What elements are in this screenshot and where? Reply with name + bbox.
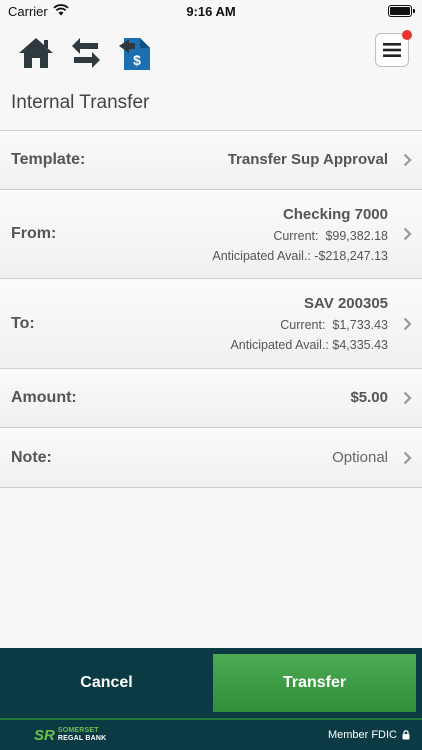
amount-row[interactable]: Amount: $5.00 (0, 369, 422, 428)
amount-value: $5.00 (350, 389, 388, 406)
from-label: From: (11, 225, 57, 242)
bill-pay-icon[interactable]: $ (114, 31, 158, 75)
member-fdic-label: Member FDIC (327, 729, 397, 741)
svg-text:$: $ (133, 52, 141, 68)
lock-icon (402, 730, 410, 740)
template-label: Template: (11, 151, 86, 168)
notification-badge (402, 30, 412, 40)
to-anticipated-value: $4,335.43 (332, 338, 388, 352)
note-row[interactable]: Note: Optional (0, 428, 422, 488)
template-value: Transfer Sup Approval (227, 151, 388, 168)
carrier-label: Carrier (8, 3, 48, 19)
from-anticipated-label: Anticipated Avail.: (212, 248, 311, 263)
chevron-right-icon (403, 317, 412, 330)
chevron-right-icon (403, 153, 412, 167)
battery-icon (388, 5, 415, 17)
menu-button[interactable] (375, 30, 412, 67)
from-current-label: Current: (273, 228, 319, 243)
chevron-right-icon (403, 391, 412, 405)
toolbar: $ (0, 22, 422, 84)
from-anticipated-value: -$218,247.13 (314, 248, 388, 263)
from-account: Checking 7000 (282, 205, 388, 223)
to-row[interactable]: To: SAV 200305 Current: $1,733.43 Antici… (0, 279, 422, 369)
bank-logo: SR SOMERSET REGAL BANK (34, 727, 106, 744)
bottom-bar: Cancel Transfer SR SOMERSET REGAL BANK M… (0, 648, 422, 750)
page-title: Internal Transfer (11, 92, 150, 113)
footer: SR SOMERSET REGAL BANK Member FDIC (0, 718, 422, 750)
logo-mark: SR (34, 726, 55, 744)
transfer-form: Template: Transfer Sup Approval From: Ch… (0, 130, 422, 488)
note-label: Note: (11, 448, 52, 466)
logo-top-text: SOMERSET (57, 727, 99, 734)
menu-icon (383, 43, 401, 57)
to-current-value: $1,733.43 (332, 318, 388, 332)
from-row[interactable]: From: Checking 7000 Current: $99,382.18 … (0, 190, 422, 279)
home-icon[interactable] (14, 31, 58, 75)
chevron-right-icon (403, 227, 412, 241)
transfer-button[interactable]: Transfer (213, 654, 416, 712)
wifi-icon (53, 3, 69, 19)
status-bar: Carrier 9:16 AM (0, 0, 422, 22)
transfer-arrows-icon[interactable] (64, 31, 108, 75)
logo-bottom-text: REGAL BANK (57, 735, 107, 742)
cancel-button[interactable]: Cancel (0, 648, 213, 718)
to-anticipated-label: Anticipated Avail.: (230, 338, 329, 352)
note-field[interactable]: Optional (332, 449, 388, 466)
to-account: SAV 200305 (304, 295, 388, 312)
from-current-value: $99,382.18 (325, 228, 388, 243)
template-row[interactable]: Template: Transfer Sup Approval (0, 131, 422, 190)
to-label: To: (11, 314, 35, 332)
to-current-label: Current: (280, 318, 326, 332)
chevron-right-icon (403, 451, 412, 464)
amount-label: Amount: (11, 389, 77, 406)
